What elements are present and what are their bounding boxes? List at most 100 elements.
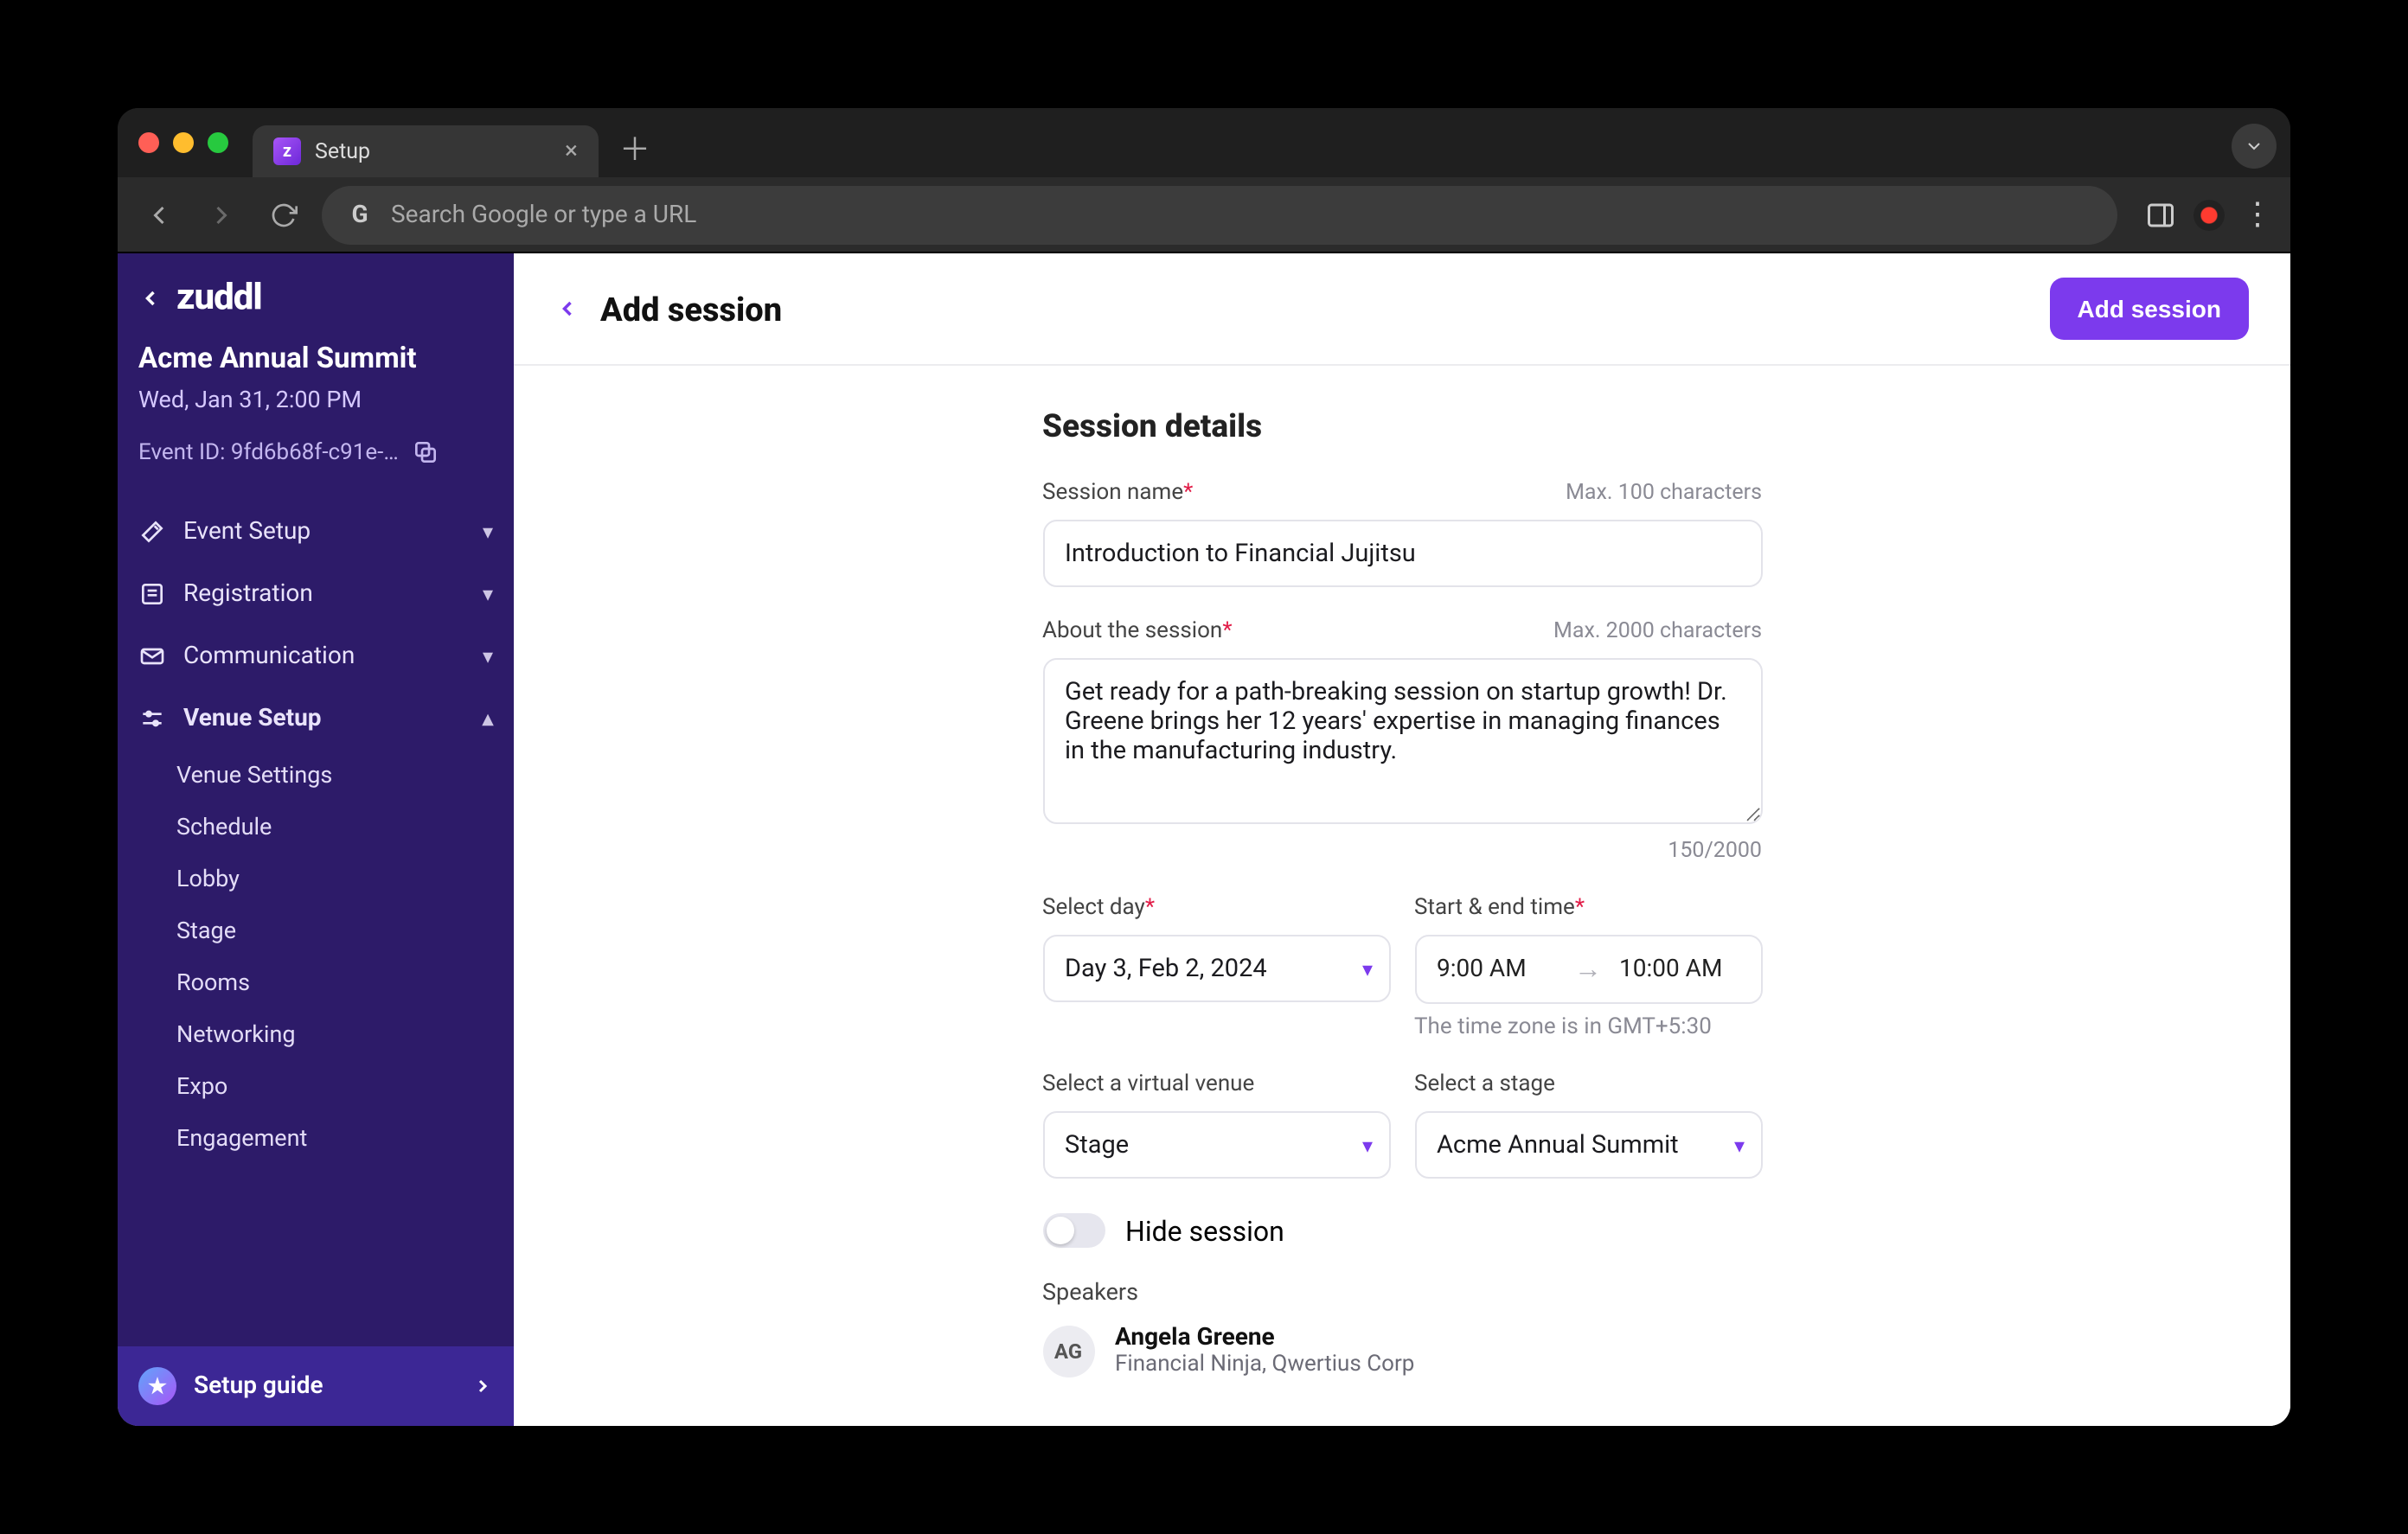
speaker-subtitle: Financial Ninja, Qwertius Corp [1115,1352,1414,1377]
close-window-button[interactable] [138,132,159,153]
sidebar-sub-schedule[interactable]: Schedule [118,802,514,853]
setup-guide-label: Setup guide [194,1372,323,1400]
end-time-value: 10:00 AM [1619,956,1739,983]
sidebar-sub-lobby[interactable]: Lobby [118,853,514,905]
about-hint: Max. 2000 characters [1553,618,1762,644]
avatar: AG [1042,1325,1094,1377]
field-stage: Select a stage Acme Annual Summit ▾ [1414,1071,1762,1179]
sidebar-sub-stage[interactable]: Stage [118,905,514,957]
chevron-down-icon: ▾ [483,582,493,606]
tab-setup[interactable]: z Setup × [253,125,599,177]
about-label: About the session* [1042,618,1233,644]
sidebar: zuddl Acme Annual Summit Wed, Jan 31, 2:… [118,253,514,1426]
about-counter: 150/2000 [1042,838,1762,864]
star-badge-icon: ★ [138,1367,176,1405]
tab-title: Setup [315,138,370,164]
field-about-session: About the session* Max. 2000 characters … [1042,618,1762,864]
stage-dropdown[interactable]: Acme Annual Summit [1414,1111,1762,1179]
back-to-events-icon[interactable] [138,286,163,310]
sidebar-sub-venue-settings[interactable]: Venue Settings [118,750,514,802]
nav-back-button[interactable] [135,190,183,239]
event-name: Acme Annual Summit [138,343,493,376]
sidebar-label: Event Setup [183,518,311,546]
url-bar: G Search Google or type a URL ⋮ [118,177,2290,253]
wand-icon [138,518,166,546]
sidebar-item-event-setup[interactable]: Event Setup ▾ [118,501,514,563]
virtual-venue-label: Select a virtual venue [1042,1071,1254,1097]
list-icon [138,580,166,608]
field-session-name: Session name* Max. 100 characters [1042,480,1762,587]
sidebar-item-communication[interactable]: Communication ▾ [118,625,514,687]
sidebar-label: Communication [183,642,355,670]
chevron-up-icon: ▴ [483,706,493,731]
event-id-label: Event ID: 9fd6b68f-c91e-… [138,439,399,465]
sidebar-sub-expo[interactable]: Expo [118,1061,514,1113]
browser-right-icons: ⋮ [2131,199,2273,230]
chevron-right-icon [472,1376,493,1397]
hide-session-toggle[interactable] [1042,1213,1105,1248]
chevron-down-icon: ▾ [483,520,493,544]
page-title: Add session [600,289,782,329]
hide-session-row: Hide session [1042,1213,1762,1248]
select-day-dropdown[interactable]: Day 3, Feb 2, 2024 [1042,935,1390,1002]
time-label: Start & end time* [1414,895,1585,921]
sidebar-label: Registration [183,580,313,608]
form-scroll[interactable]: Session details Session name* Max. 100 c… [514,366,2290,1426]
close-tab-icon[interactable]: × [565,137,578,165]
nav-forward-button[interactable] [197,190,246,239]
speaker-row[interactable]: AG Angela Greene Financial Ninja, Qwerti… [1042,1324,1762,1377]
app-content: zuddl Acme Annual Summit Wed, Jan 31, 2:… [118,253,2290,1426]
sidebar-sub-networking[interactable]: Networking [118,1009,514,1061]
hide-session-label: Hide session [1125,1214,1284,1247]
event-date: Wed, Jan 31, 2:00 PM [138,387,493,414]
virtual-venue-dropdown[interactable]: Stage [1042,1111,1390,1179]
about-session-textarea[interactable] [1042,658,1762,824]
session-form: Session details Session name* Max. 100 c… [1042,407,1762,1377]
sidebar-item-venue-setup[interactable]: Venue Setup ▴ [118,687,514,750]
screen-record-icon[interactable] [2193,199,2225,230]
minimize-window-button[interactable] [173,132,194,153]
sidebar-item-registration[interactable]: Registration ▾ [118,563,514,625]
omnibox[interactable]: G Search Google or type a URL [322,185,2117,244]
maximize-window-button[interactable] [208,132,228,153]
field-virtual-venue: Select a virtual venue Stage ▾ [1042,1071,1390,1179]
time-range-input[interactable]: 9:00 AM → 10:00 AM [1414,935,1762,1004]
field-select-day: Select day* Day 3, Feb 2, 2024 ▾ [1042,895,1390,1040]
brand-logo: zuddl [176,278,262,319]
new-tab-button[interactable]: ＋ [612,125,657,170]
chevron-down-icon: ▾ [483,644,493,668]
browser-window: z Setup × ＋ G Search Google or type a UR… [118,108,2290,1426]
copy-event-id-icon[interactable] [413,438,440,466]
speaker-name: Angela Greene [1115,1324,1414,1352]
field-time: Start & end time* 9:00 AM → 10:00 AM The… [1414,895,1762,1040]
window-buttons [131,132,239,153]
back-icon[interactable] [555,297,580,321]
sidebar-sub-engagement[interactable]: Engagement [118,1113,514,1165]
session-name-hint: Max. 100 characters [1566,480,1762,506]
tune-icon [138,705,166,732]
add-session-button[interactable]: Add session [2050,278,2250,340]
main-header: Add session Add session [514,253,2290,366]
tab-bar: z Setup × ＋ [118,108,2290,177]
speakers-label: Speakers [1042,1279,1762,1307]
sidebar-setup-guide[interactable]: ★ Setup guide [118,1346,514,1426]
mail-icon [138,642,166,670]
main-panel: Add session Add session Session details … [514,253,2290,1426]
session-name-label: Session name* [1042,480,1193,506]
nav-reload-button[interactable] [259,190,308,239]
tab-favicon-icon: z [273,137,301,165]
start-time-value: 9:00 AM [1437,956,1557,983]
omnibox-placeholder: Search Google or type a URL [391,201,696,228]
select-day-label: Select day* [1042,895,1155,921]
sidebar-sub-rooms[interactable]: Rooms [118,957,514,1009]
stage-label: Select a stage [1414,1071,1555,1097]
sidebar-label: Venue Setup [183,705,322,732]
google-search-icon: G [346,201,374,228]
side-panel-icon[interactable] [2145,199,2176,230]
arrow-right-icon: → [1574,952,1602,987]
session-name-input[interactable] [1042,520,1762,587]
section-title: Session details [1042,407,1762,445]
timezone-note: The time zone is in GMT+5:30 [1414,1014,1762,1040]
browser-menu-icon[interactable]: ⋮ [2242,199,2273,230]
tabs-overflow-button[interactable] [2232,124,2277,169]
